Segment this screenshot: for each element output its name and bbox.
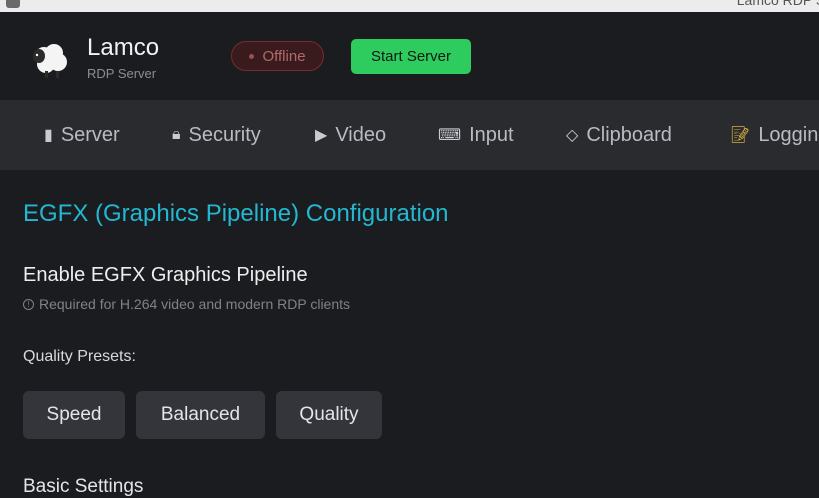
info-icon: ! [23,298,34,310]
tab-video[interactable]: ▶ Video [315,100,386,170]
tab-bar: ▮ Server 🔒︎ Security ▶ Video ⌨ Input ◇ C… [0,100,819,170]
tab-label: Input [469,123,514,146]
clipboard-icon: ◇ [566,127,579,144]
status-badge: Offline [231,41,324,71]
tab-security[interactable]: 🔒︎ Security [172,100,261,170]
basic-settings-heading: Basic Settings [23,476,144,497]
tab-label: Security [188,123,261,146]
tab-label: Clipboard [586,123,672,146]
tab-label: Video [335,123,387,146]
sheep-icon [33,44,67,78]
window-titlebar: Lamco RDP Se [0,0,819,12]
tab-logging[interactable]: 📝︎ Logging [730,100,819,170]
tab-label: Logging [758,123,819,146]
video-icon: ▶ [315,127,328,144]
status-dot-icon [249,53,255,59]
memo-icon: 📝︎ [730,127,751,144]
start-server-button[interactable]: Start Server [351,39,471,74]
preset-quality-button[interactable]: Quality [276,391,382,439]
app-subtitle: RDP Server [87,66,157,81]
tab-server[interactable]: ▮ Server [44,100,120,170]
lock-icon: 🔒︎ [172,126,181,143]
keyboard-icon: ⌨ [438,127,462,144]
quality-presets-label: Quality Presets: [23,348,136,365]
enable-egfx-hint: ! Required for H.264 video and modern RD… [23,296,350,312]
egfx-settings-panel: EGFX (Graphics Pipeline) Configuration E… [0,170,819,497]
status-label: Offline [262,47,306,65]
tab-input[interactable]: ⌨ Input [438,100,514,170]
app-window-icon [6,0,20,8]
app-header: Lamco RDP Server Offline Start Server [0,12,819,100]
tab-label: Server [60,123,120,146]
preset-balanced-button[interactable]: Balanced [136,391,265,439]
section-title: EGFX (Graphics Pipeline) Configuration [23,200,449,227]
server-icon: ▮ [44,127,53,144]
app-name: Lamco [87,34,160,61]
preset-speed-button[interactable]: Speed [23,391,125,439]
window-title: Lamco RDP Se [736,0,819,8]
tab-clipboard[interactable]: ◇ Clipboard [566,100,672,170]
enable-egfx-label: Enable EGFX Graphics Pipeline [23,264,308,286]
hint-text: Required for H.264 video and modern RDP … [39,296,351,312]
